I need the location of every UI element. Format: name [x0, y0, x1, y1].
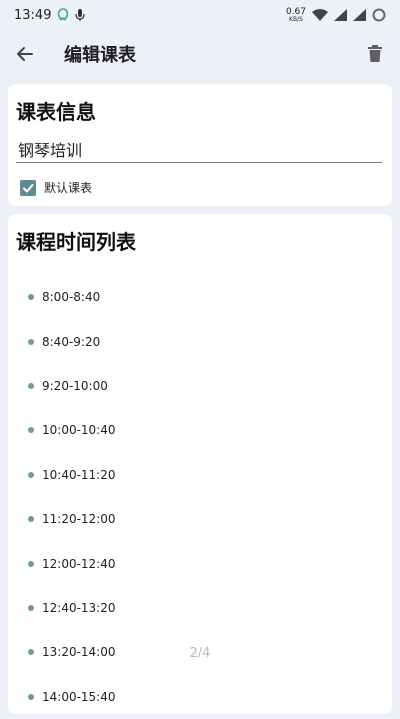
delete-button[interactable] — [362, 41, 388, 67]
wifi-icon — [312, 9, 328, 21]
time-item[interactable]: 12:00-12:40 — [16, 541, 384, 585]
time-label: 8:40-9:20 — [42, 334, 101, 349]
course-time-card: 课程时间列表 8:00-8:40 8:40-9:20 9:20-10:00 10… — [8, 214, 392, 714]
bullet-dot — [28, 604, 34, 611]
page-title: 编辑课表 — [64, 45, 136, 66]
signal-icon-secondary — [353, 9, 366, 21]
bullet-dot — [28, 693, 34, 700]
time-label: 8:00-8:40 — [42, 290, 101, 305]
time-item[interactable]: 10:40-11:20 — [16, 453, 384, 497]
bullet-dot — [28, 382, 34, 389]
schedule-info-card: 课表信息 默认课表 — [8, 84, 392, 206]
time-item[interactable]: 9:20-10:00 — [16, 364, 384, 408]
default-schedule-checkbox[interactable] — [20, 179, 36, 196]
status-bar: 13:49 0.67 KB/S — [0, 0, 400, 30]
time-label: 10:40-11:20 — [42, 467, 116, 482]
status-time: 13:49 — [14, 7, 52, 23]
trash-icon — [368, 45, 382, 62]
time-item[interactable]: 11:20-12:00 — [16, 497, 384, 541]
time-label: 10:00-10:40 — [42, 423, 116, 438]
time-item[interactable]: 8:00-8:40 — [16, 275, 384, 319]
time-label: 11:20-12:00 — [42, 512, 116, 527]
bullet-dot — [28, 471, 34, 478]
bullet-dot — [28, 560, 34, 567]
app-bar: 编辑课表 — [0, 30, 400, 78]
bullet-dot — [28, 516, 34, 523]
arrow-left-icon — [17, 47, 33, 61]
network-speed-unit: KB/S — [289, 15, 303, 23]
page-indicator: 2/4 — [189, 646, 211, 661]
default-schedule-row[interactable]: 默认课表 — [16, 179, 384, 196]
battery-icon — [372, 8, 386, 22]
schedule-info-title: 课表信息 — [16, 100, 96, 124]
network-speed: 0.67 KB/S — [286, 7, 306, 23]
microphone-icon — [75, 8, 86, 22]
signal-icon — [334, 9, 347, 21]
time-label: 9:20-10:00 — [42, 378, 108, 393]
schedule-name-input[interactable] — [16, 139, 382, 163]
time-item[interactable]: 14:00-15:40 — [16, 675, 384, 719]
default-schedule-label: 默认课表 — [44, 181, 93, 195]
time-label: 12:00-12:40 — [42, 556, 116, 571]
time-item[interactable]: 8:40-9:20 — [16, 319, 384, 363]
time-item[interactable]: 12:40-13:20 — [16, 586, 384, 630]
status-left: 13:49 — [14, 7, 86, 23]
back-button[interactable] — [12, 41, 38, 67]
time-label: 12:40-13:20 — [42, 600, 116, 615]
bullet-dot — [28, 427, 34, 434]
time-label: 14:00-15:40 — [42, 689, 116, 704]
bullet-dot — [28, 294, 34, 301]
status-right: 0.67 KB/S — [286, 7, 386, 23]
app-notification-icon — [57, 8, 69, 22]
course-time-title: 课程时间列表 — [16, 230, 136, 254]
time-item[interactable]: 10:00-10:40 — [16, 408, 384, 452]
bullet-dot — [28, 338, 34, 345]
checkmark-icon — [23, 183, 34, 192]
